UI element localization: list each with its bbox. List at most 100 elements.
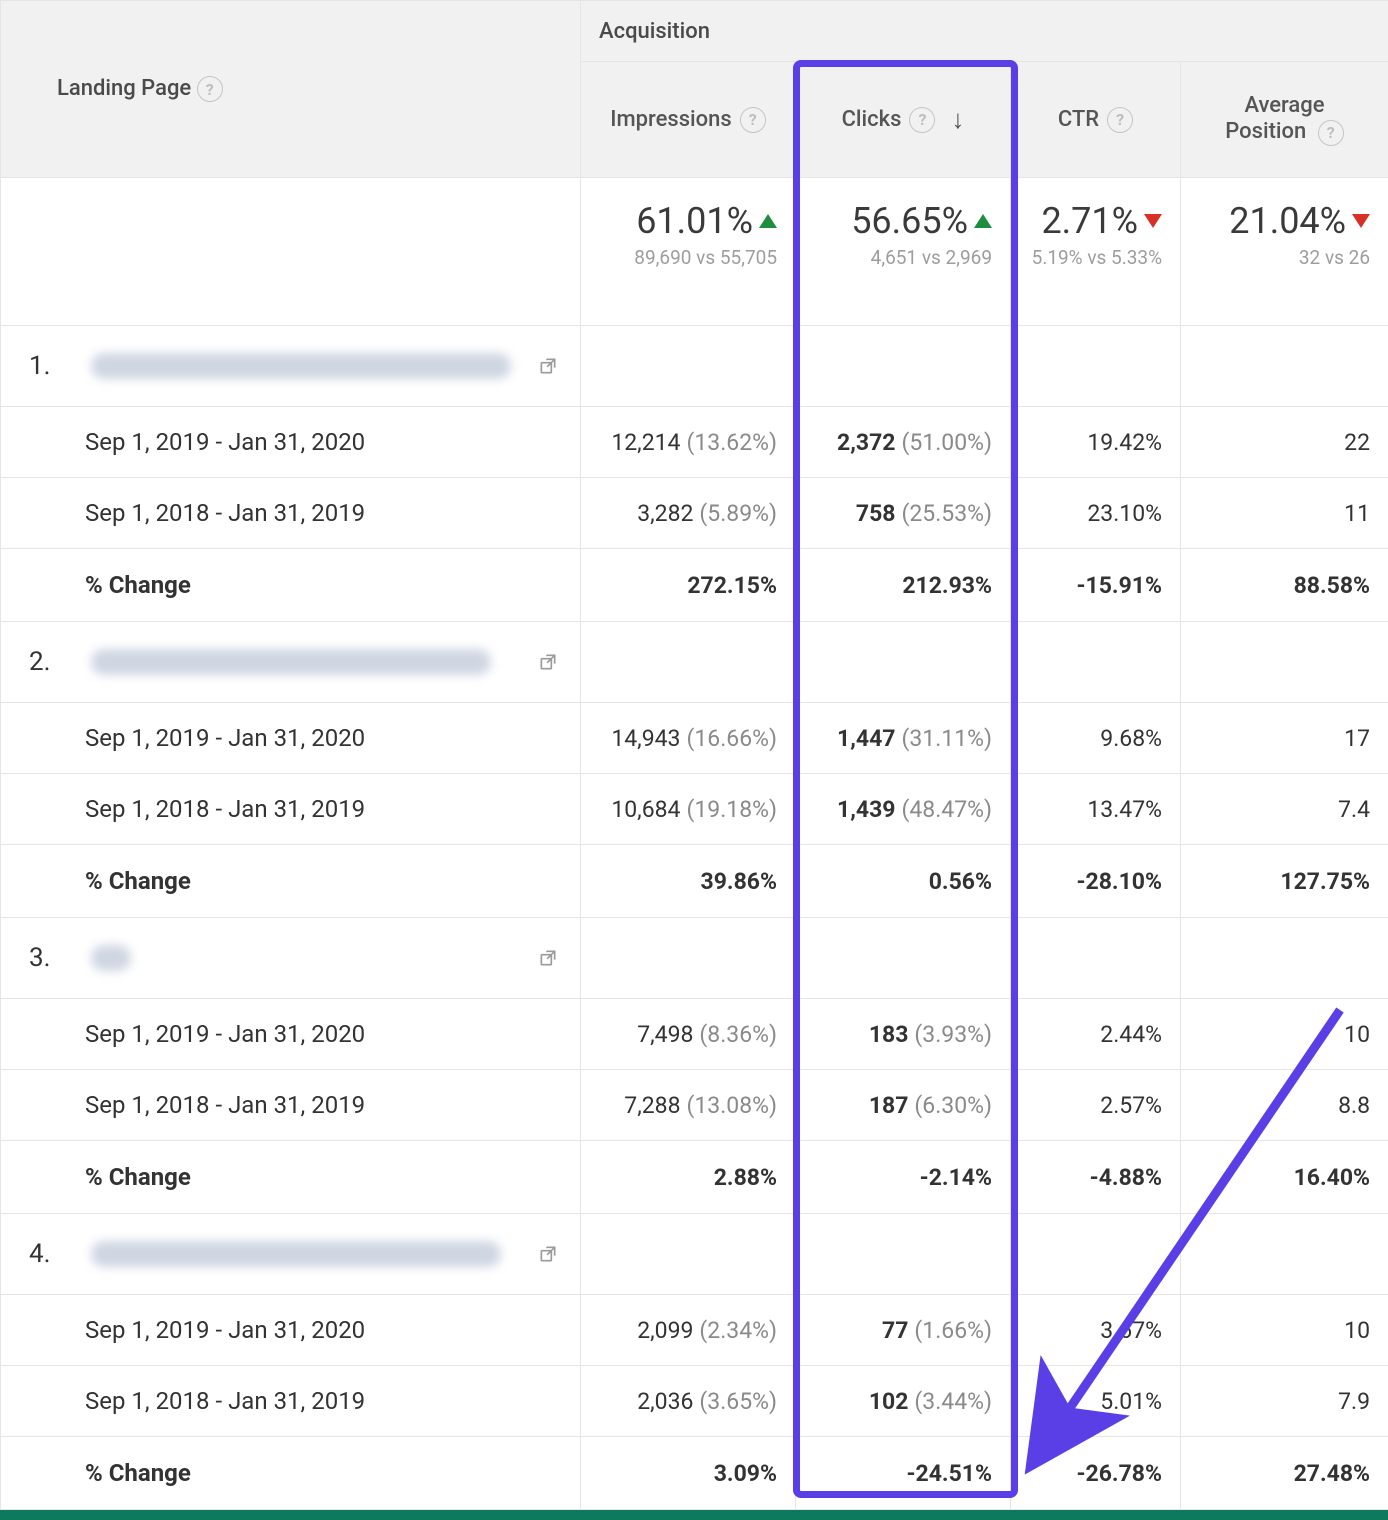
table-cell: 7,288(13.08%) [581,1070,796,1141]
table-cell: 7,498(8.36%) [581,999,796,1070]
table-cell: 9.68% [1011,703,1181,774]
period-label: Sep 1, 2018 - Jan 31, 2019 [1,774,581,845]
table-cell: 2.57% [1011,1070,1181,1141]
period-label: Sep 1, 2019 - Jan 31, 2020 [1,407,581,478]
table-cell: 22 [1181,407,1388,478]
col-group-label: Acquisition [599,19,710,44]
change-row: % Change 2.88% -2.14% -4.88% 16.40% [1,1141,1388,1214]
table-row: Sep 1, 2019 - Jan 31, 2020 7,498(8.36%) … [1,999,1388,1070]
row-index: 3. [29,943,50,973]
summary-impressions: 61.01% 89,690 vs 55,705 [581,178,796,326]
col-header-clicks[interactable]: Clicks ? ↓ [796,62,1011,178]
table-cell: 12,214(13.62%) [581,407,796,478]
table-row: Sep 1, 2019 - Jan 31, 2020 12,214(13.62%… [1,407,1388,478]
table-cell: 2,099(2.34%) [581,1295,796,1366]
landing-page-row[interactable]: 3. [1,918,1388,999]
analytics-table-container: Landing Page ? Acquisition Impressions ? [0,0,1388,1510]
table-cell: 3.09% [581,1437,796,1510]
external-link-icon[interactable] [538,948,558,968]
table-row: Sep 1, 2018 - Jan 31, 2019 7,288(13.08%)… [1,1070,1388,1141]
table-cell: 88.58% [1181,549,1388,622]
table-cell: 212.93% [796,549,1011,622]
table-cell: 10 [1181,999,1388,1070]
summary-position: 21.04% 32 vs 26 [1181,178,1388,326]
help-icon[interactable]: ? [197,76,223,102]
table-cell: -4.88% [1011,1141,1181,1214]
table-cell: 27.48% [1181,1437,1388,1510]
external-link-icon[interactable] [538,1244,558,1264]
col-header-impressions[interactable]: Impressions ? [581,62,796,178]
sort-descending-icon: ↓ [951,104,964,135]
summary-row: 61.01% 89,690 vs 55,705 56.65% 4,651 vs … [1,178,1388,326]
arrow-down-icon [1144,214,1162,228]
table-cell: -15.91% [1011,549,1181,622]
table-cell: 19.42% [1011,407,1181,478]
table-cell: 13.47% [1011,774,1181,845]
row-index: 1. [29,351,50,381]
period-label: Sep 1, 2019 - Jan 31, 2020 [1,1295,581,1366]
period-label: Sep 1, 2018 - Jan 31, 2019 [1,478,581,549]
analytics-table: Landing Page ? Acquisition Impressions ? [0,0,1388,1510]
table-cell: 758(25.53%) [796,478,1011,549]
arrow-up-icon [974,214,992,228]
help-icon[interactable]: ? [1107,107,1133,133]
summary-clicks: 56.65% 4,651 vs 2,969 [796,178,1011,326]
table-cell: 2,372(51.00%) [796,407,1011,478]
table-cell: 11 [1181,478,1388,549]
change-row: % Change 272.15% 212.93% -15.91% 88.58% [1,549,1388,622]
bottom-bar [0,1510,1388,1520]
landing-page-row[interactable]: 2. [1,622,1388,703]
help-icon[interactable]: ? [1318,120,1344,146]
redacted-text [91,649,491,675]
col-header-label: Landing Page [57,76,191,101]
period-label: Sep 1, 2019 - Jan 31, 2020 [1,703,581,774]
help-icon[interactable]: ? [909,107,935,133]
table-cell: 3,282(5.89%) [581,478,796,549]
arrow-down-icon [1352,214,1370,228]
change-row: % Change 3.09% -24.51% -26.78% 27.48% [1,1437,1388,1510]
period-label: Sep 1, 2019 - Jan 31, 2020 [1,999,581,1070]
external-link-icon[interactable] [538,356,558,376]
col-header-landing-page[interactable]: Landing Page ? [1,1,581,178]
summary-ctr: 2.71% 5.19% vs 5.33% [1011,178,1181,326]
table-cell: 5.01% [1011,1366,1181,1437]
change-label: % Change [1,1437,581,1510]
help-icon[interactable]: ? [740,107,766,133]
arrow-up-icon [759,214,777,228]
table-cell: 2.88% [581,1141,796,1214]
table-cell: 39.86% [581,845,796,918]
table-cell: 23.10% [1011,478,1181,549]
col-header-avg-position[interactable]: Average Position ? [1181,62,1388,178]
table-cell: 2.44% [1011,999,1181,1070]
redacted-text [91,1241,501,1267]
table-cell: 102(3.44%) [796,1366,1011,1437]
table-row: Sep 1, 2018 - Jan 31, 2019 2,036(3.65%) … [1,1366,1388,1437]
redacted-text [91,353,511,379]
table-cell: -24.51% [796,1437,1011,1510]
table-cell: 14,943(16.66%) [581,703,796,774]
table-cell: 272.15% [581,549,796,622]
table-cell: -28.10% [1011,845,1181,918]
table-row: Sep 1, 2018 - Jan 31, 2019 3,282(5.89%) … [1,478,1388,549]
col-group-acquisition: Acquisition [581,1,1388,62]
table-cell: 187(6.30%) [796,1070,1011,1141]
table-cell: 10,684(19.18%) [581,774,796,845]
landing-page-row[interactable]: 4. [1,1214,1388,1295]
external-link-icon[interactable] [538,652,558,672]
table-cell: -26.78% [1011,1437,1181,1510]
change-row: % Change 39.86% 0.56% -28.10% 127.75% [1,845,1388,918]
table-cell: -2.14% [796,1141,1011,1214]
table-cell: 127.75% [1181,845,1388,918]
landing-page-row[interactable]: 1. [1,326,1388,407]
col-header-ctr[interactable]: CTR ? [1011,62,1181,178]
table-cell: 183(3.93%) [796,999,1011,1070]
table-row: Sep 1, 2019 - Jan 31, 2020 14,943(16.66%… [1,703,1388,774]
change-label: % Change [1,845,581,918]
table-cell: 10 [1181,1295,1388,1366]
table-cell: 1,447(31.11%) [796,703,1011,774]
table-row: Sep 1, 2019 - Jan 31, 2020 2,099(2.34%) … [1,1295,1388,1366]
table-cell: 0.56% [796,845,1011,918]
table-cell: 3.67% [1011,1295,1181,1366]
table-cell: 77(1.66%) [796,1295,1011,1366]
row-index: 4. [29,1239,50,1269]
